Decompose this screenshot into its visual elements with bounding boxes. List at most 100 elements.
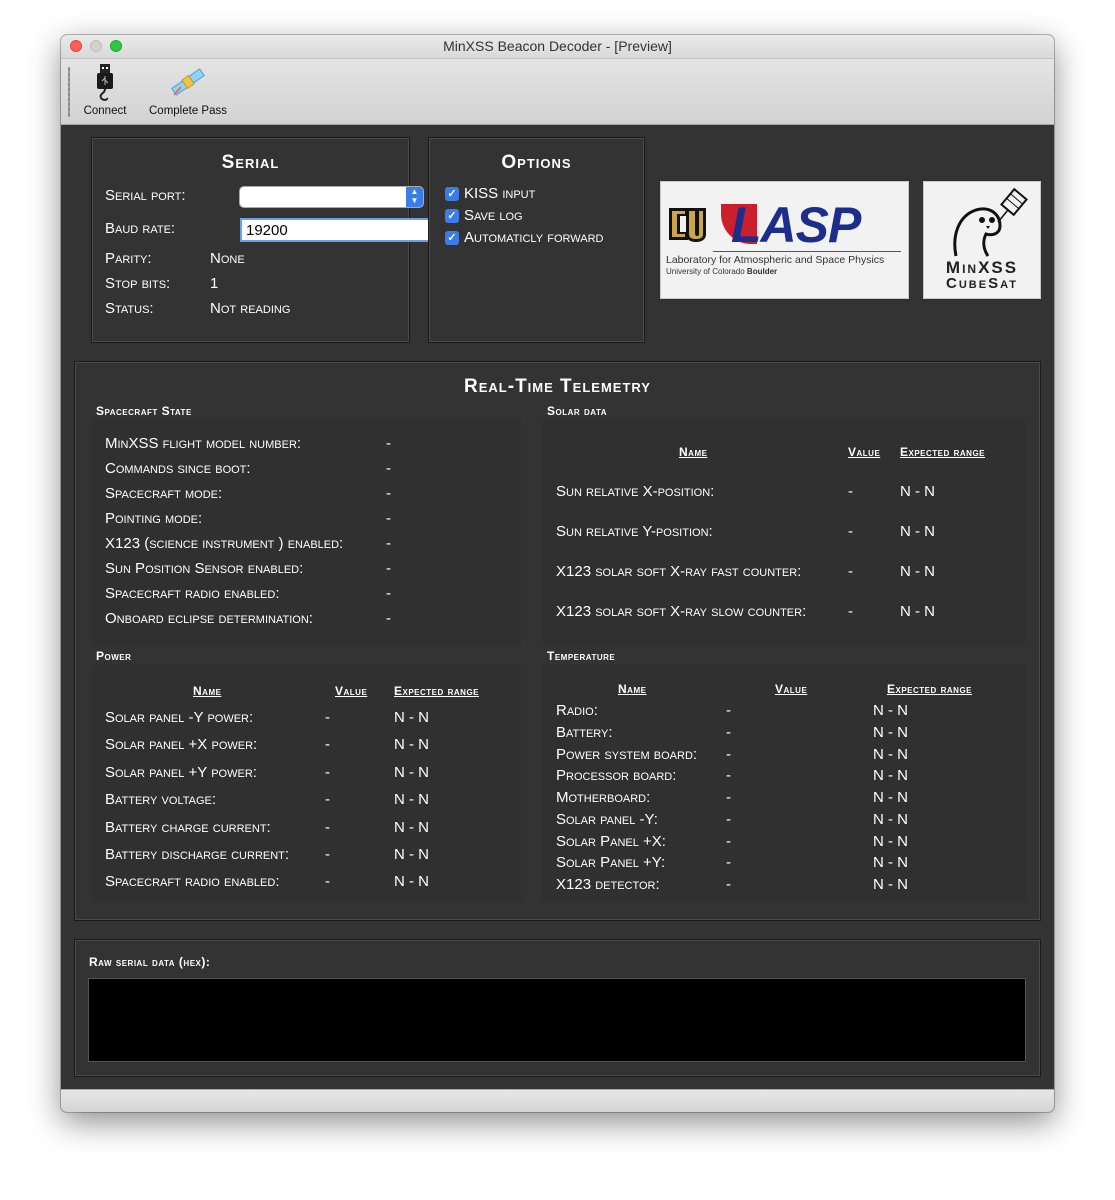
serial-port-select[interactable]: ▲ ▼ — [240, 187, 423, 207]
kiss-input-label: KISS input — [464, 185, 536, 202]
temp-range: N - N — [873, 876, 908, 893]
connect-label: Connect — [83, 105, 127, 117]
spacecraft-state-title: Spacecraft State — [96, 404, 192, 418]
temp-label: Motherboard: — [556, 789, 651, 806]
temp-value: - — [726, 767, 731, 784]
sc-label: Spacecraft mode: — [105, 485, 223, 502]
col-range-header: Expected range — [394, 684, 480, 698]
temp-label: Battery: — [556, 724, 613, 741]
complete-pass-button[interactable]: Complete Pass — [147, 63, 229, 117]
serial-port-label: Serial port: — [105, 187, 186, 204]
col-range-header: Expected range — [900, 445, 986, 459]
power-value: - — [325, 736, 330, 753]
col-value-header: Value — [848, 445, 881, 459]
minxss-subtitle: CubeSat — [946, 275, 1018, 292]
sc-value: - — [386, 535, 391, 552]
power-label: Solar panel +X power: — [105, 736, 258, 753]
temp-range: N - N — [873, 854, 908, 871]
temp-label: Processor board: — [556, 767, 677, 784]
chevron-updown-icon: ▲ ▼ — [406, 187, 423, 207]
power-value: - — [325, 709, 330, 726]
temp-value: - — [726, 876, 731, 893]
power-title: Power — [96, 649, 132, 663]
sc-label: X123 (science instrument ) enabled: — [105, 535, 344, 552]
col-name-header: Name — [193, 684, 222, 698]
options-heading: Options — [501, 152, 572, 173]
temp-value: - — [726, 811, 731, 828]
temp-range: N - N — [873, 789, 908, 806]
power-label: Spacecraft radio enabled: — [105, 873, 280, 890]
kiss-input-checkbox[interactable]: ✓ KISS input — [445, 185, 535, 202]
power-group: Name Value Expected range Solar panel -Y… — [92, 665, 521, 901]
lasp-university-text: University of Colorado — [666, 267, 747, 276]
power-label: Battery voltage: — [105, 791, 217, 808]
col-range-header: Expected range — [887, 682, 973, 696]
temp-range: N - N — [873, 746, 908, 763]
usb-plug-icon — [97, 64, 113, 101]
connect-button[interactable]: Connect — [81, 63, 129, 117]
lasp-logo: LASP Laboratory for Atmospheric and Spac… — [660, 181, 909, 299]
power-value: - — [325, 873, 330, 890]
power-range: N - N — [394, 873, 429, 890]
temp-value: - — [726, 724, 731, 741]
baud-rate-label: Baud rate: — [105, 220, 176, 237]
sc-label: Sun Position Sensor enabled: — [105, 560, 304, 577]
sc-label: Onboard eclipse determination: — [105, 610, 313, 627]
stop-bits-value: 1 — [210, 275, 219, 292]
power-value: - — [325, 764, 330, 781]
sc-value: - — [386, 435, 391, 452]
toolbar: Connect Complete Pass — [61, 59, 1054, 125]
col-value-header: Value — [335, 684, 368, 698]
sc-value: - — [386, 485, 391, 502]
app-window: MinXSS Beacon Decoder - [Preview] Connec… — [61, 35, 1054, 1112]
sc-label: Spacecraft radio enabled: — [105, 585, 280, 602]
raw-data-textarea[interactable] — [88, 978, 1026, 1062]
solar-label: X123 solar soft X-ray fast counter: — [556, 563, 802, 580]
temp-label: Power system board: — [556, 746, 698, 763]
status-value: Not reading — [210, 300, 291, 317]
temp-label: Solar panel -Y: — [556, 811, 658, 828]
minxss-cubesat-logo: MinXSS CubeSat — [923, 181, 1041, 299]
temp-range: N - N — [873, 702, 908, 719]
toolbar-grip[interactable] — [68, 67, 70, 117]
power-range: N - N — [394, 846, 429, 863]
sc-value: - — [386, 510, 391, 527]
col-name-header: Name — [679, 445, 708, 459]
temp-range: N - N — [873, 833, 908, 850]
power-label: Battery discharge current: — [105, 846, 290, 863]
power-label: Battery charge current: — [105, 819, 271, 836]
power-label: Solar panel +Y power: — [105, 764, 257, 781]
baud-rate-input[interactable] — [240, 218, 433, 242]
temp-value: - — [726, 789, 731, 806]
solar-value: - — [848, 523, 853, 540]
cu-logo-icon — [669, 208, 706, 242]
parity-value: None — [210, 250, 245, 267]
complete-pass-label: Complete Pass — [149, 105, 227, 117]
solar-range: N - N — [900, 523, 935, 540]
lasp-boulder-text: Boulder — [746, 267, 778, 276]
sc-label: Commands since boot: — [105, 460, 251, 477]
status-label: Status: — [105, 300, 154, 317]
title-bar[interactable]: MinXSS Beacon Decoder - [Preview] — [61, 35, 1054, 59]
window-controls — [70, 40, 122, 52]
solar-value: - — [848, 603, 853, 620]
solar-label: Sun relative X-position: — [556, 483, 715, 500]
solar-data-title: Solar data — [547, 404, 608, 418]
raw-data-label: Raw serial data (hex): — [89, 955, 211, 969]
sc-label: Pointing mode: — [105, 510, 203, 527]
zoom-window-button[interactable] — [110, 40, 122, 52]
temp-range: N - N — [873, 811, 908, 828]
temp-value: - — [726, 833, 731, 850]
serial-panel: Serial Serial port: ▲▼ Baud rate: Parity… — [91, 137, 433, 343]
minimize-window-button[interactable] — [90, 40, 102, 52]
temp-label: Solar Panel +Y: — [556, 854, 666, 871]
save-log-checkbox[interactable]: ✓ Save log — [445, 207, 523, 224]
close-window-button[interactable] — [70, 40, 82, 52]
power-range: N - N — [394, 819, 429, 836]
sc-label: MinXSS flight model number: — [105, 435, 302, 452]
auto-forward-checkbox[interactable]: ✓ Automaticly forward — [445, 229, 603, 246]
temp-label: Radio: — [556, 702, 598, 719]
solar-value: - — [848, 483, 853, 500]
power-value: - — [325, 819, 330, 836]
save-log-label: Save log — [464, 207, 523, 224]
